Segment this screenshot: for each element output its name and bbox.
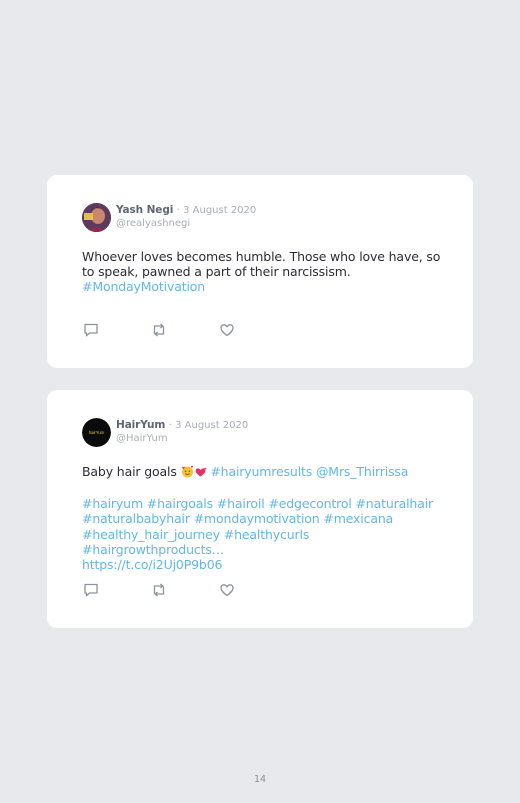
tweet-text: Baby hair goals #hairyumresults @Mrs_Thi… — [82, 464, 442, 572]
avatar-image: hairYum — [82, 417, 111, 447]
like-icon[interactable] — [219, 322, 235, 338]
tweet-first-line: Baby hair goals #hairyumresults @Mrs_Thi… — [82, 464, 442, 481]
tweet-date[interactable]: 3 August 2020 — [175, 420, 248, 431]
tweet-text: Whoever loves becomes humble. Those who … — [82, 249, 442, 295]
hashtag-links[interactable]: #hairyum #hairgoals #hairoil #edgecontro… — [82, 496, 442, 511]
retweet-icon[interactable] — [151, 582, 167, 598]
tweet-header: Yash Negi · 3 August 2020 @realyashnegi — [82, 202, 256, 232]
avatar[interactable]: hairYum — [82, 417, 111, 447]
tweet-actions — [83, 322, 235, 338]
author-name[interactable]: Yash Negi — [116, 204, 173, 216]
hashtag-links[interactable]: #naturalbabyhair #mondaymotivation #mexi… — [82, 511, 442, 526]
avatar[interactable] — [82, 202, 111, 232]
reply-icon[interactable] — [83, 582, 99, 598]
tweet-url-link[interactable]: https://t.co/i2Uj0P9b06 — [82, 557, 442, 572]
hashtag-links[interactable]: #healthy_hair_journey #healthycurls #hai… — [82, 527, 442, 557]
inline-links[interactable]: #hairyumresults @Mrs_Thirrissa — [210, 464, 408, 479]
tweet-date[interactable]: 3 August 2020 — [183, 205, 256, 216]
author-name[interactable]: HairYum — [116, 419, 165, 431]
tweet-card: Yash Negi · 3 August 2020 @realyashnegi … — [47, 175, 473, 368]
tweet-card: hairYum HairYum · 3 August 2020 @HairYum… — [47, 390, 473, 628]
avatar-image — [82, 202, 111, 232]
reply-icon[interactable] — [83, 322, 99, 338]
page-number: 14 — [253, 774, 267, 785]
author-handle[interactable]: @realyashnegi — [116, 217, 256, 230]
tweet-body: Baby hair goals — [82, 464, 177, 479]
smiling-face-with-hearts-icon — [181, 465, 194, 481]
meta-separator: · — [168, 420, 172, 431]
retweet-icon[interactable] — [151, 322, 167, 338]
author-handle[interactable]: @HairYum — [116, 432, 248, 445]
hashtag-link[interactable]: #MondayMotivation — [82, 279, 442, 294]
meta-separator: · — [176, 205, 180, 216]
two-hearts-icon — [194, 465, 207, 481]
like-icon[interactable] — [219, 582, 235, 598]
tweet-header: hairYum HairYum · 3 August 2020 @HairYum — [82, 417, 248, 447]
tweet-body: Whoever loves becomes humble. Those who … — [82, 249, 441, 280]
tweet-actions — [83, 582, 235, 598]
avatar-logo-text: hairYum — [89, 430, 105, 435]
